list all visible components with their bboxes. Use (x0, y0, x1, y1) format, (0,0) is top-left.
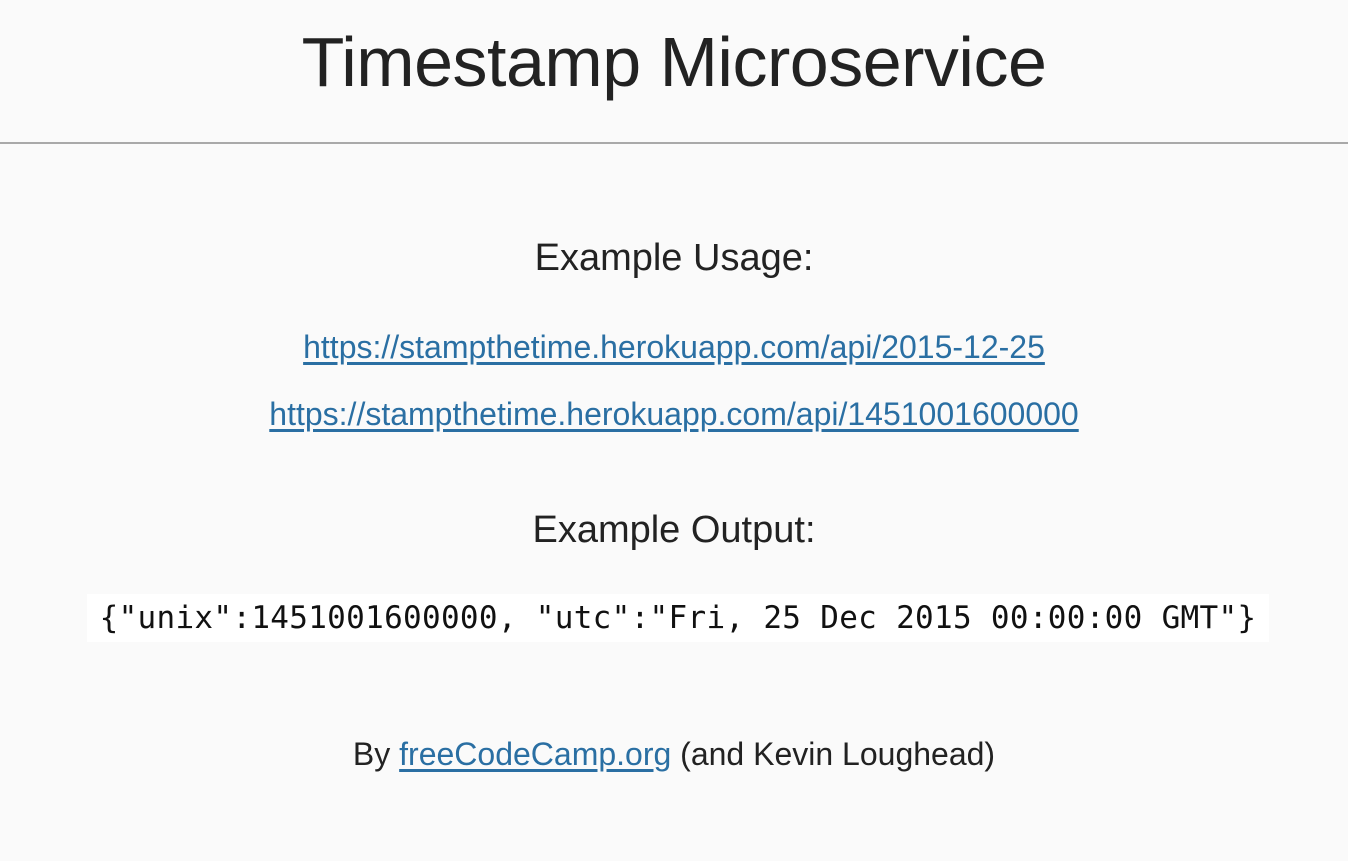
footer-suffix: (and Kevin Loughead) (671, 736, 996, 772)
example-output-code: {"unix":1451001600000, "utc":"Fri, 25 De… (87, 594, 1269, 642)
example-link-date-text[interactable]: https://stampthetime.herokuapp.com/api/2… (303, 329, 1045, 365)
footer-credit: By freeCodeCamp.org (and Kevin Loughead) (0, 734, 1348, 774)
footer-prefix: By (352, 736, 400, 772)
example-link-unix-text[interactable]: https://stampthetime.herokuapp.com/api/1… (269, 396, 1078, 432)
freecodecamp-link[interactable]: freeCodeCamp.org (399, 736, 671, 772)
page-title: Timestamp Microservice (301, 23, 1047, 101)
example-output-heading: Example Output: (532, 509, 816, 551)
example-link-date: https://stampthetime.herokuapp.com/api/2… (0, 327, 1348, 367)
example-usage-heading: Example Usage: (534, 237, 814, 279)
example-link-unix: https://stampthetime.herokuapp.com/api/1… (0, 394, 1348, 434)
header-divider (0, 142, 1348, 144)
